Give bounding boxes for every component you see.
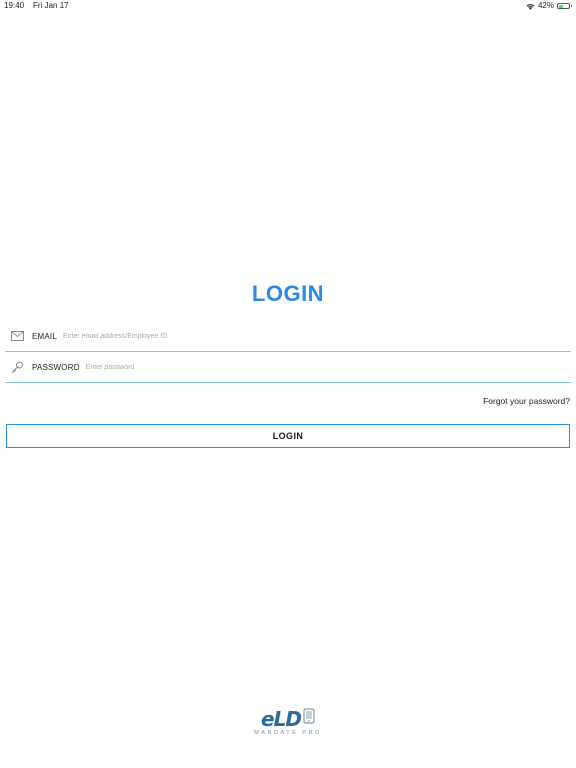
status-bar: 19:40 Fri Jan 17 42% bbox=[0, 0, 576, 12]
login-title: LOGIN bbox=[251, 281, 325, 306]
battery-percent: 42% bbox=[537, 1, 554, 10]
login-button[interactable]: LOGIN bbox=[6, 424, 570, 448]
logo-mark: eLD bbox=[261, 708, 315, 729]
status-right: 42% bbox=[526, 0, 572, 12]
password-label: PASSWORD bbox=[32, 362, 80, 372]
battery-icon bbox=[557, 3, 572, 9]
status-time: 19:40 bbox=[4, 1, 25, 10]
envelope-icon bbox=[10, 329, 24, 343]
login-screen: 19:40 Fri Jan 17 42% LOGIN EMAIL Enter e… bbox=[0, 0, 576, 768]
wifi-icon bbox=[526, 3, 535, 10]
logo-text: eLD bbox=[261, 706, 302, 731]
forgot-password-link[interactable]: Forgot your password? bbox=[483, 396, 570, 406]
password-field-row: PASSWORD bbox=[5, 352, 571, 383]
email-input[interactable] bbox=[63, 329, 571, 343]
status-date: Fri Jan 17 bbox=[33, 1, 69, 10]
status-left: 19:40 Fri Jan 17 bbox=[4, 0, 69, 12]
key-icon bbox=[10, 360, 24, 374]
battery-fill bbox=[558, 4, 564, 8]
email-field-row: EMAIL bbox=[5, 321, 571, 352]
eld-logo: eLD MANDATE PRO bbox=[0, 708, 576, 736]
password-input[interactable] bbox=[85, 360, 571, 374]
device-icon bbox=[303, 708, 315, 729]
logo-subtitle: MANDATE PRO bbox=[254, 730, 322, 736]
email-label: EMAIL bbox=[32, 331, 58, 341]
